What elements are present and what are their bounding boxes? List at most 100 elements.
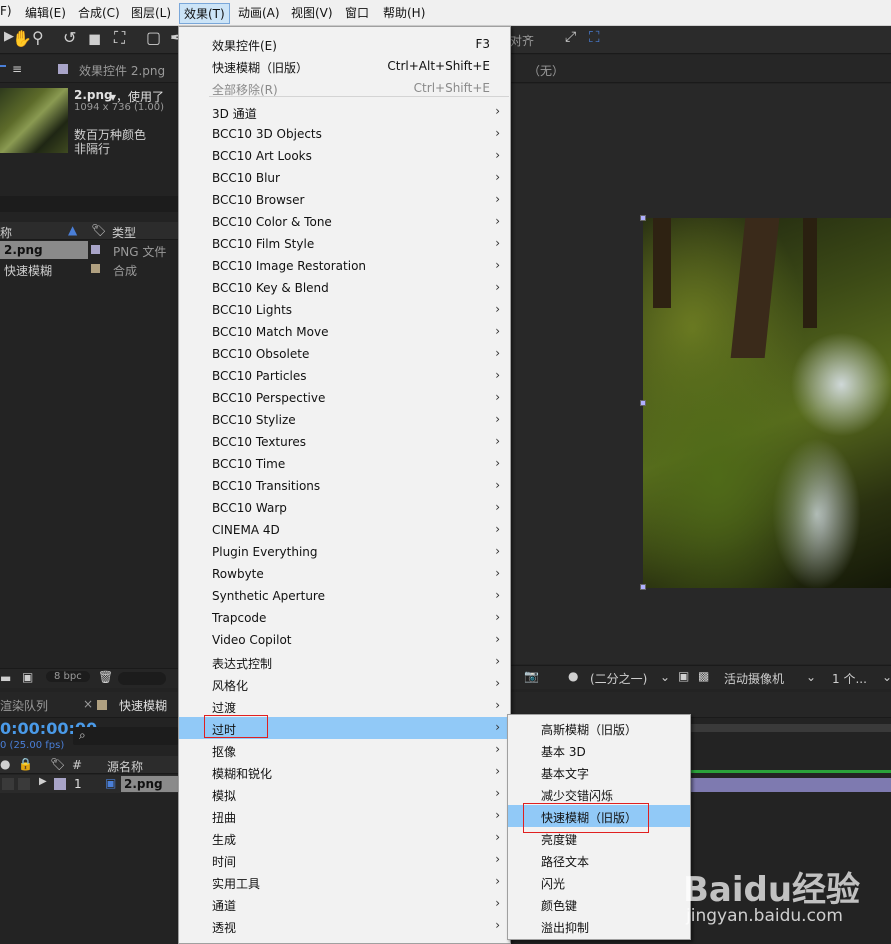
effects-menu-category[interactable]: BCC10 Warp › [179,497,510,519]
hand-tool-icon[interactable]: ✋ [12,29,32,48]
snapshot-camera-icon[interactable]: 📷 [524,669,539,683]
effects-menu-category[interactable]: BCC10 Lights › [179,299,510,321]
transform-handle[interactable] [640,215,646,221]
menu-composition[interactable]: 合成(C) [78,4,120,21]
region-of-interest-icon[interactable]: ▣ [678,669,689,683]
effects-menu-category[interactable]: BCC10 Textures › [179,431,510,453]
effects-menu-category[interactable]: BCC10 Blur › [179,167,510,189]
expand-arrow-icon[interactable]: ▶ [39,776,47,787]
menu-layer[interactable]: 图层(L) [131,4,171,21]
obsolete-submenu-item[interactable]: 路径文本 [508,849,690,871]
obsolete-submenu-item[interactable]: 闪光 [508,871,690,893]
sort-asc-icon[interactable]: ▲ [68,223,77,237]
effects-menu-category[interactable]: 透视 › [179,915,510,937]
effects-menu-command[interactable]: 快速模糊（旧版） Ctrl+Alt+Shift+E [179,55,510,77]
effects-menu-category[interactable]: 模糊和锐化 › [179,761,510,783]
effects-menu-category[interactable]: BCC10 Particles › [179,365,510,387]
layer-switch[interactable] [2,778,14,790]
effects-menu-category[interactable]: BCC10 Transitions › [179,475,510,497]
effects-menu-category[interactable]: Plugin Everything › [179,541,510,563]
layer-duration-bar[interactable] [691,778,891,792]
obsolete-submenu-item[interactable]: 溢出抑制 [508,915,690,937]
effects-menu-category[interactable]: 通道 › [179,893,510,915]
effects-menu-category[interactable]: 风格化 › [179,673,510,695]
effects-menu-category[interactable]: BCC10 Obsolete › [179,343,510,365]
column-source-name[interactable]: 源名称 [107,758,143,775]
label-tag-icon[interactable]: 🏷 [91,223,106,237]
effects-menu-category[interactable]: 生成 › [179,827,510,849]
comp-preview-image[interactable] [643,218,891,588]
trash-icon[interactable]: 🗑 [98,670,113,684]
effects-menu-category[interactable]: 表达式控制 › [179,651,510,673]
effects-menu-category[interactable]: BCC10 Perspective › [179,387,510,409]
effects-menu-category[interactable]: BCC10 Key & Blend › [179,277,510,299]
resolution-select[interactable]: (二分之一) [590,670,647,687]
obsolete-submenu-item[interactable]: 基本 3D [508,739,690,761]
menu-window[interactable]: 窗口 [345,4,369,21]
effects-menu-category[interactable]: BCC10 Time › [179,453,510,475]
snap-grid-icon[interactable]: ⛶ [589,28,600,46]
zoom-tool-icon[interactable]: ⚲ [32,28,44,47]
menu-edit[interactable]: 编辑(E) [25,4,66,21]
project-search-bar[interactable] [0,196,178,212]
timeline-layer-row[interactable]: ▶ 1 ▣ 2.png [0,775,178,793]
time-ruler[interactable] [691,724,891,732]
effects-menu-category[interactable]: BCC10 Image Restoration › [179,255,510,277]
effects-menu-category[interactable]: Trapcode › [179,607,510,629]
effects-menu-category[interactable]: 过渡 › [179,695,510,717]
menu-file[interactable]: F) [0,4,12,18]
rotate-tool-icon[interactable]: ↺ [63,28,76,47]
chevron-down-icon[interactable]: ⌄ [806,670,816,684]
close-tab-icon[interactable]: × [83,697,93,711]
pan-behind-tool-icon[interactable]: ⛶ [114,28,125,48]
chevron-down-icon[interactable]: ⌄ [882,670,891,684]
effects-menu-category[interactable]: 模拟 › [179,783,510,805]
align-label[interactable]: 对齐 [510,32,534,49]
effects-menu-category[interactable]: BCC10 Browser › [179,189,510,211]
effect-controls-tab[interactable]: 效果控件 2.png [79,62,165,79]
project-item-name[interactable]: 2.png [4,243,43,257]
effects-menu-category[interactable]: CINEMA 4D › [179,519,510,541]
transform-handle[interactable] [640,584,646,590]
obsolete-submenu-item[interactable]: 减少交错闪烁 [508,783,690,805]
views-select[interactable]: 1 个... [832,670,867,687]
effects-menu-category[interactable]: 实用工具 › [179,871,510,893]
effects-menu-category[interactable]: BCC10 Art Looks › [179,145,510,167]
effects-menu-category[interactable]: Rowbyte › [179,563,510,585]
effects-menu-category[interactable]: BCC10 Stylize › [179,409,510,431]
bit-depth-button[interactable]: 8 bpc [46,671,90,682]
effects-menu-category[interactable]: Synthetic Aperture › [179,585,510,607]
menu-animation[interactable]: 动画(A) [238,4,280,21]
obsolete-submenu-item[interactable]: 基本文字 [508,761,690,783]
color-channels-icon[interactable]: ● [568,669,578,683]
camera-select[interactable]: 活动摄像机 [724,670,784,687]
project-footer-slider[interactable] [118,672,166,685]
obsolete-submenu-item[interactable]: 高斯模糊（旧版） [508,717,690,739]
new-folder-icon[interactable]: ▬ [0,671,11,685]
layer-name[interactable]: 2.png [124,777,163,791]
solo-icon[interactable]: ● [0,757,10,771]
effects-menu-category[interactable]: BCC10 Match Move › [179,321,510,343]
label-tag-icon[interactable]: 🏷 [50,757,65,771]
effects-menu-category[interactable]: 抠像 › [179,739,510,761]
panel-menu-icon[interactable]: ≡ [12,62,22,76]
obsolete-submenu-item[interactable]: 颜色键 [508,893,690,915]
transform-handle[interactable] [640,400,646,406]
layer-viewer-tab[interactable]: （无） [528,62,564,79]
work-area-bar[interactable] [691,770,891,773]
column-name[interactable]: 称 [0,224,12,241]
timeline-search-input[interactable]: ⌕ [73,727,178,745]
effects-menu-category[interactable]: BCC10 Film Style › [179,233,510,255]
effects-menu-category[interactable]: BCC10 Color & Tone › [179,211,510,233]
effects-menu-category[interactable]: 扭曲 › [179,805,510,827]
column-type[interactable]: 类型 [112,224,136,241]
effects-menu-category[interactable]: 时间 › [179,849,510,871]
render-queue-tab[interactable]: 渲染队列 [0,697,48,714]
transparency-grid-icon[interactable]: ▩ [698,669,709,683]
effects-menu-command[interactable]: 效果控件(E) F3 [179,33,510,55]
comp-tab[interactable]: 快速模糊 [119,697,167,714]
project-item-name[interactable]: 快速模糊 [4,262,52,279]
column-number[interactable]: # [72,758,82,772]
menu-view[interactable]: 视图(V) [291,4,333,21]
menu-effect[interactable]: 效果(T) [179,3,230,24]
